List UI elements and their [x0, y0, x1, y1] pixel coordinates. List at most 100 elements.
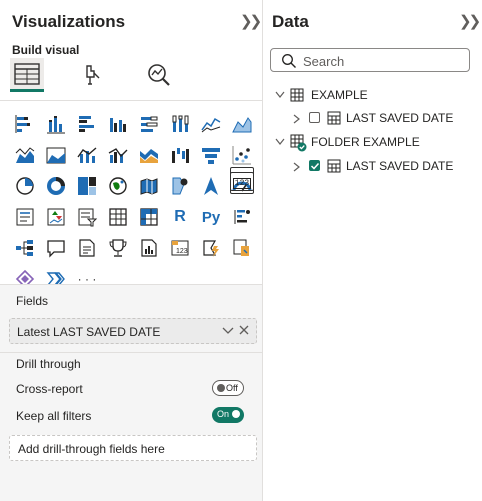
calendar-table-icon	[327, 159, 341, 173]
key-influencers-icon[interactable]	[230, 205, 254, 229]
field-name: LAST SAVED DATE	[346, 111, 454, 125]
keep-filters-label: Keep all filters	[16, 409, 92, 423]
field-name: LAST SAVED DATE	[346, 159, 454, 173]
area-chart-icon[interactable]	[230, 112, 254, 136]
stacked-column-chart-icon[interactable]	[44, 112, 68, 136]
checkmark-icon	[310, 162, 320, 170]
fields-label: Fields	[16, 294, 49, 308]
card-glyph: 123	[232, 177, 252, 189]
divider	[0, 284, 262, 285]
cross-report-label: Cross-report	[16, 382, 83, 396]
clustered-bar-chart-icon[interactable]	[75, 112, 99, 136]
drill-through-drop-zone[interactable]: Add drill-through fields here	[9, 435, 257, 461]
table-icon	[290, 88, 304, 102]
field-row-last-saved-date[interactable]: LAST SAVED DATE	[292, 157, 474, 175]
cross-report-state: Off	[226, 383, 238, 393]
field-well-value: Latest LAST SAVED DATE	[17, 325, 161, 339]
smart-narrative-icon[interactable]	[75, 236, 99, 260]
table-name: EXAMPLE	[311, 88, 368, 102]
data-title: Data	[272, 12, 309, 31]
100-stacked-bar-chart-icon[interactable]	[137, 112, 161, 136]
line-and-clustered-column-chart-icon[interactable]	[106, 143, 130, 167]
visualizations-pane: Visualizations ❯❯ Build visual R Py 123 …	[0, 0, 263, 501]
chevron-down-icon[interactable]	[222, 323, 234, 340]
slicer-icon[interactable]	[75, 205, 99, 229]
collapse-data-icon[interactable]: ❯❯	[459, 12, 481, 30]
cross-report-row: Cross-report Off	[16, 380, 244, 398]
search-icon	[282, 54, 296, 68]
collapse-visualizations-icon[interactable]: ❯❯	[240, 12, 262, 30]
cross-report-toggle[interactable]: Off	[212, 380, 244, 396]
waterfall-chart-icon[interactable]	[168, 143, 192, 167]
map-icon[interactable]	[106, 174, 130, 198]
format-mode-button[interactable]	[74, 58, 108, 92]
power-automate-icon[interactable]	[199, 236, 223, 260]
table-icon[interactable]	[106, 205, 130, 229]
donut-chart-icon[interactable]	[44, 174, 68, 198]
field-row-last-saved-date[interactable]: LAST SAVED DATE	[292, 109, 474, 127]
100-stacked-column-chart-icon[interactable]	[168, 112, 192, 136]
stacked-bar-chart-icon[interactable]	[13, 112, 37, 136]
analytics-magnifier-icon	[148, 64, 170, 86]
chevron-right-icon[interactable]	[292, 113, 302, 125]
decomposition-tree-icon[interactable]	[13, 236, 37, 260]
data-pane: Data ❯❯ Search EXAMPLE LAST SAVED DATE F…	[264, 0, 482, 501]
table-with-check-icon	[290, 134, 307, 152]
scatter-chart-icon[interactable]	[230, 143, 254, 167]
100-stacked-area-chart-icon[interactable]	[44, 143, 68, 167]
paintbrush-icon	[86, 65, 100, 85]
line-and-stacked-column-chart-icon[interactable]	[75, 143, 99, 167]
toggle-knob	[217, 384, 225, 392]
remove-field-icon[interactable]	[238, 323, 250, 340]
divider	[0, 100, 262, 101]
shape-map-icon[interactable]	[199, 174, 223, 198]
multi-row-card-icon[interactable]	[13, 205, 37, 229]
pie-chart-icon[interactable]	[13, 174, 37, 198]
drop-zone-placeholder: Add drill-through fields here	[18, 442, 165, 456]
clustered-column-chart-icon[interactable]	[106, 112, 130, 136]
divider	[0, 352, 262, 353]
ribbon-chart-icon[interactable]	[137, 143, 161, 167]
field-checkbox-checked[interactable]	[309, 160, 320, 171]
filled-map-icon[interactable]	[137, 174, 161, 198]
stacked-area-chart-icon[interactable]	[13, 143, 37, 167]
analytics-mode-button[interactable]	[142, 58, 176, 92]
python-visual-icon[interactable]: Py	[199, 205, 223, 229]
r-glyph: R	[174, 208, 186, 225]
fields-mode-button[interactable]	[10, 58, 44, 92]
table-row-folder-example[interactable]: FOLDER EXAMPLE	[274, 133, 474, 152]
chevron-down-icon[interactable]	[274, 90, 286, 100]
keep-filters-toggle[interactable]: On	[212, 407, 244, 423]
field-checkbox[interactable]	[309, 112, 320, 123]
build-mode-tabs	[8, 58, 208, 94]
treemap-icon[interactable]	[75, 174, 99, 198]
card-selected-icon[interactable]: 123	[230, 172, 254, 194]
card-new-icon[interactable]: 123	[168, 236, 192, 260]
matrix-icon[interactable]	[137, 205, 161, 229]
table-name: FOLDER EXAMPLE	[311, 135, 420, 149]
goals-trophy-icon[interactable]	[106, 236, 130, 260]
r-script-visual-icon[interactable]: R	[168, 205, 192, 229]
azure-map-icon[interactable]	[168, 174, 192, 198]
chevron-down-icon[interactable]	[274, 137, 286, 147]
paginated-report-icon[interactable]	[137, 236, 161, 260]
field-well[interactable]: Latest LAST SAVED DATE	[9, 318, 257, 344]
visualizations-title: Visualizations	[12, 12, 126, 31]
fields-grid-icon	[14, 62, 40, 85]
table-row-example[interactable]: EXAMPLE	[274, 86, 474, 104]
python-glyph: Py	[201, 208, 221, 226]
calendar-table-icon	[327, 111, 341, 125]
svg-text:123: 123	[176, 248, 188, 255]
line-chart-icon[interactable]	[199, 112, 223, 136]
funnel-chart-icon[interactable]	[199, 143, 223, 167]
kpi-icon[interactable]	[44, 205, 68, 229]
chevron-right-icon[interactable]	[292, 161, 302, 173]
keep-filters-state: On	[217, 409, 230, 419]
search-placeholder: Search	[303, 54, 345, 69]
build-visual-label: Build visual	[12, 43, 80, 57]
drill-through-label: Drill through	[16, 357, 81, 371]
search-input[interactable]: Search	[270, 48, 470, 72]
qna-icon[interactable]	[44, 236, 68, 260]
keep-filters-row: Keep all filters On	[16, 407, 244, 425]
power-apps-icon[interactable]	[230, 236, 254, 260]
